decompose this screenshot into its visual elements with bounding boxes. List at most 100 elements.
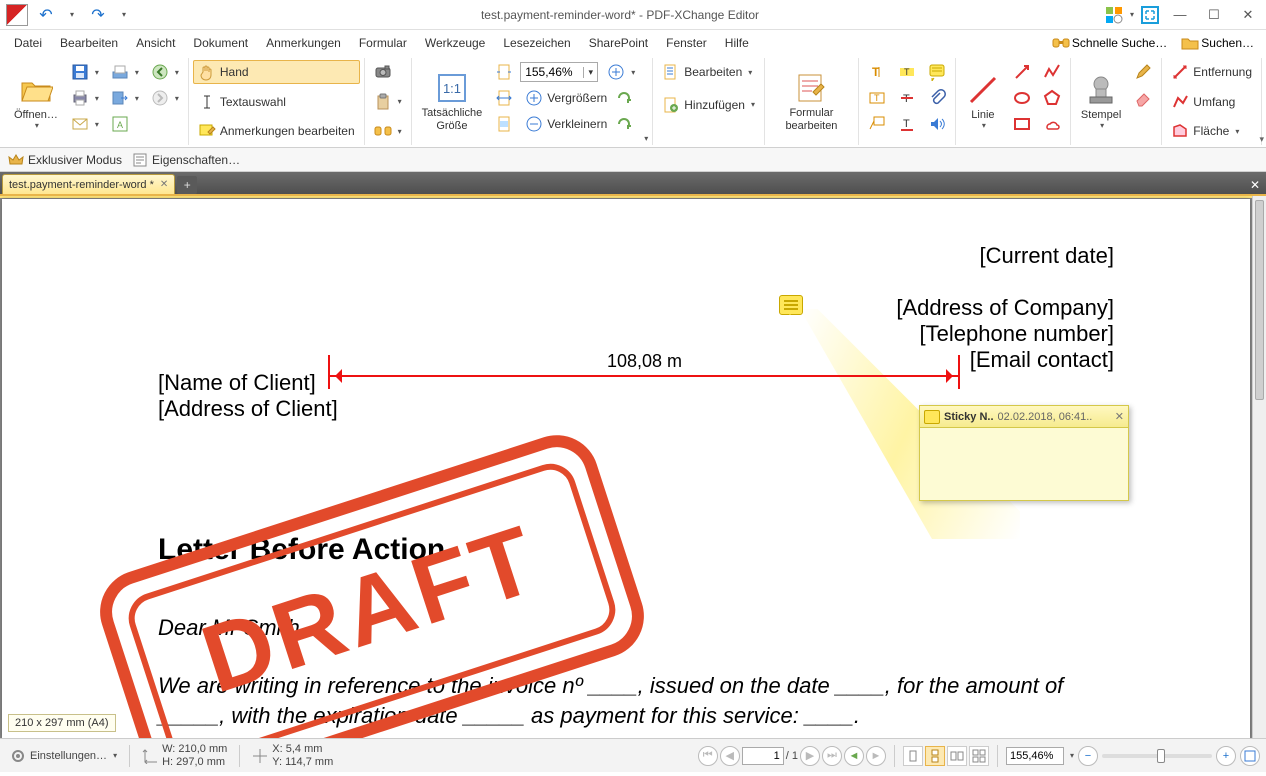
zoom-input[interactable]: [521, 65, 583, 79]
search-button[interactable]: Suchen…: [1175, 34, 1260, 52]
menu-dokument[interactable]: Dokument: [185, 32, 256, 54]
ui-options-dropdown[interactable]: ▾: [1130, 10, 1134, 19]
tab-close-icon[interactable]: ✕: [160, 179, 168, 190]
properties-button[interactable]: Eigenschaften…: [132, 152, 240, 168]
menu-datei[interactable]: Datei: [6, 32, 50, 54]
callout-tool[interactable]: [863, 112, 891, 136]
menu-bearbeiten[interactable]: Bearbeiten: [52, 32, 126, 54]
zoom-dropdown[interactable]: ▾: [583, 67, 597, 78]
zoom-in-button[interactable]: Vergrößern: [520, 86, 640, 110]
save-button[interactable]: ▾: [66, 60, 104, 84]
sticky-note-annotation[interactable]: [779, 295, 803, 315]
settings-button[interactable]: Einstellungen…▾: [6, 746, 121, 766]
first-page-button[interactable]: ⏮: [698, 746, 718, 766]
clipboard-button[interactable]: ▾: [369, 90, 407, 114]
page-input[interactable]: [742, 747, 784, 765]
menu-fenster[interactable]: Fenster: [658, 32, 715, 54]
last-page-button[interactable]: ⏭: [822, 746, 842, 766]
open-button[interactable]: Öffnen… ▾: [8, 60, 64, 143]
measure-line[interactable]: [330, 375, 958, 377]
menu-ansicht[interactable]: Ansicht: [128, 32, 183, 54]
continuous-view[interactable]: [925, 746, 945, 766]
quick-search-button[interactable]: Schnelle Suche…: [1046, 34, 1173, 52]
underline-tool[interactable]: T: [893, 112, 921, 136]
strike-tool[interactable]: T: [893, 86, 921, 110]
zoom-out-button[interactable]: Verkleinern: [520, 112, 640, 136]
two-page-view[interactable]: [947, 746, 967, 766]
nav-fwd-button[interactable]: ▾: [146, 86, 184, 110]
zoom-in-small[interactable]: ▾: [602, 60, 640, 84]
textbox-tool[interactable]: T: [863, 86, 891, 110]
prev-view-button[interactable]: ◄: [844, 746, 864, 766]
document-page[interactable]: [Current date] [Address of Company] [Tel…: [2, 199, 1250, 738]
close-button[interactable]: ✕: [1234, 4, 1262, 26]
menu-lesezeichen[interactable]: Lesezeichen: [495, 32, 578, 54]
actual-size-button[interactable]: 1:1 Tatsächliche Größe: [416, 60, 489, 143]
zoom-in-status[interactable]: +: [1216, 746, 1236, 766]
nav-back-button[interactable]: ▾: [146, 60, 184, 84]
attach-tool[interactable]: [923, 86, 951, 110]
add-content-button[interactable]: Hinzufügen▾: [657, 93, 760, 117]
sound-tool[interactable]: [923, 112, 951, 136]
menu-hilfe[interactable]: Hilfe: [717, 32, 757, 54]
exclusive-mode-button[interactable]: Exklusiver Modus: [8, 152, 122, 168]
rect-tool[interactable]: [1008, 112, 1036, 136]
zoom-status-dropdown[interactable]: ▾: [1070, 751, 1074, 760]
menu-formular[interactable]: Formular: [351, 32, 415, 54]
menu-anmerkungen[interactable]: Anmerkungen: [258, 32, 349, 54]
oval-tool[interactable]: [1008, 86, 1036, 110]
sticky-close-icon[interactable]: ✕: [1115, 410, 1124, 423]
new-tab-button[interactable]: +: [177, 176, 197, 194]
scan-button[interactable]: ▾: [106, 60, 144, 84]
polyline-tool[interactable]: [1038, 60, 1066, 84]
menu-sharepoint[interactable]: SharePoint: [581, 32, 656, 54]
group-dropdown[interactable]: ▾: [644, 134, 648, 143]
next-view-button[interactable]: ►: [866, 746, 886, 766]
text-select-tool[interactable]: Textauswahl: [193, 90, 360, 114]
ui-options-icon[interactable]: [1104, 5, 1124, 25]
fit-width-button[interactable]: [490, 86, 518, 110]
redo-dropdown[interactable]: ▾: [112, 3, 136, 27]
line-tool[interactable]: Linie▾: [960, 60, 1006, 143]
perimeter-tool[interactable]: Umfang: [1166, 90, 1257, 114]
hand-tool[interactable]: Hand: [193, 60, 360, 84]
typewriter-tool[interactable]: T: [863, 60, 891, 84]
eraser-tool[interactable]: [1129, 86, 1157, 110]
sticky-body[interactable]: [920, 428, 1128, 500]
form-edit-button[interactable]: Formular bearbeiten: [769, 60, 854, 143]
undo-dropdown[interactable]: ▾: [60, 3, 84, 27]
edit-annotations-tool[interactable]: Anmerkungen bearbeiten: [193, 119, 360, 143]
close-all-tabs[interactable]: ✕: [1246, 176, 1264, 194]
cloud-tool[interactable]: [1038, 112, 1066, 136]
maximize-button[interactable]: ☐: [1200, 4, 1228, 26]
redo-button[interactable]: ↷: [86, 3, 110, 27]
print-button[interactable]: ▾: [66, 86, 104, 110]
zoom-slider-thumb[interactable]: [1157, 749, 1165, 763]
two-continuous-view[interactable]: [969, 746, 989, 766]
sticky-note-popup[interactable]: Sticky N.. 02.02.2018, 06:41.. ✕: [919, 405, 1129, 501]
email-button[interactable]: ▾: [66, 112, 104, 136]
document-tab[interactable]: test.payment-reminder-word * ✕: [2, 174, 175, 194]
export-button[interactable]: ▾: [106, 86, 144, 110]
snapshot-button[interactable]: [369, 60, 407, 84]
menu-werkzeuge[interactable]: Werkzeuge: [417, 32, 493, 54]
distance-tool[interactable]: Entfernung: [1166, 60, 1257, 84]
arrow-tool[interactable]: [1008, 60, 1036, 84]
fit-visible-button[interactable]: [490, 112, 518, 136]
ribbon-collapse[interactable]: ▾: [1259, 134, 1264, 145]
single-page-view[interactable]: [903, 746, 923, 766]
ocr-button[interactable]: A: [106, 112, 144, 136]
zoom-combo[interactable]: ▾: [520, 62, 598, 82]
zoom-out-status[interactable]: −: [1078, 746, 1098, 766]
highlight-tool[interactable]: T: [893, 60, 921, 84]
sticky-note-tool[interactable]: [923, 60, 951, 84]
zoom-status-input[interactable]: [1006, 747, 1064, 765]
fit-page-button[interactable]: [490, 60, 518, 84]
prev-page-button[interactable]: ◀: [720, 746, 740, 766]
zoom-slider[interactable]: [1102, 754, 1212, 758]
find-button[interactable]: ▾: [369, 119, 407, 143]
undo-button[interactable]: ↶: [34, 3, 58, 27]
stamp-tool[interactable]: Stempel▾: [1075, 60, 1127, 143]
scrollbar-thumb[interactable]: [1255, 200, 1264, 400]
zoom-fit-status[interactable]: [1240, 746, 1260, 766]
